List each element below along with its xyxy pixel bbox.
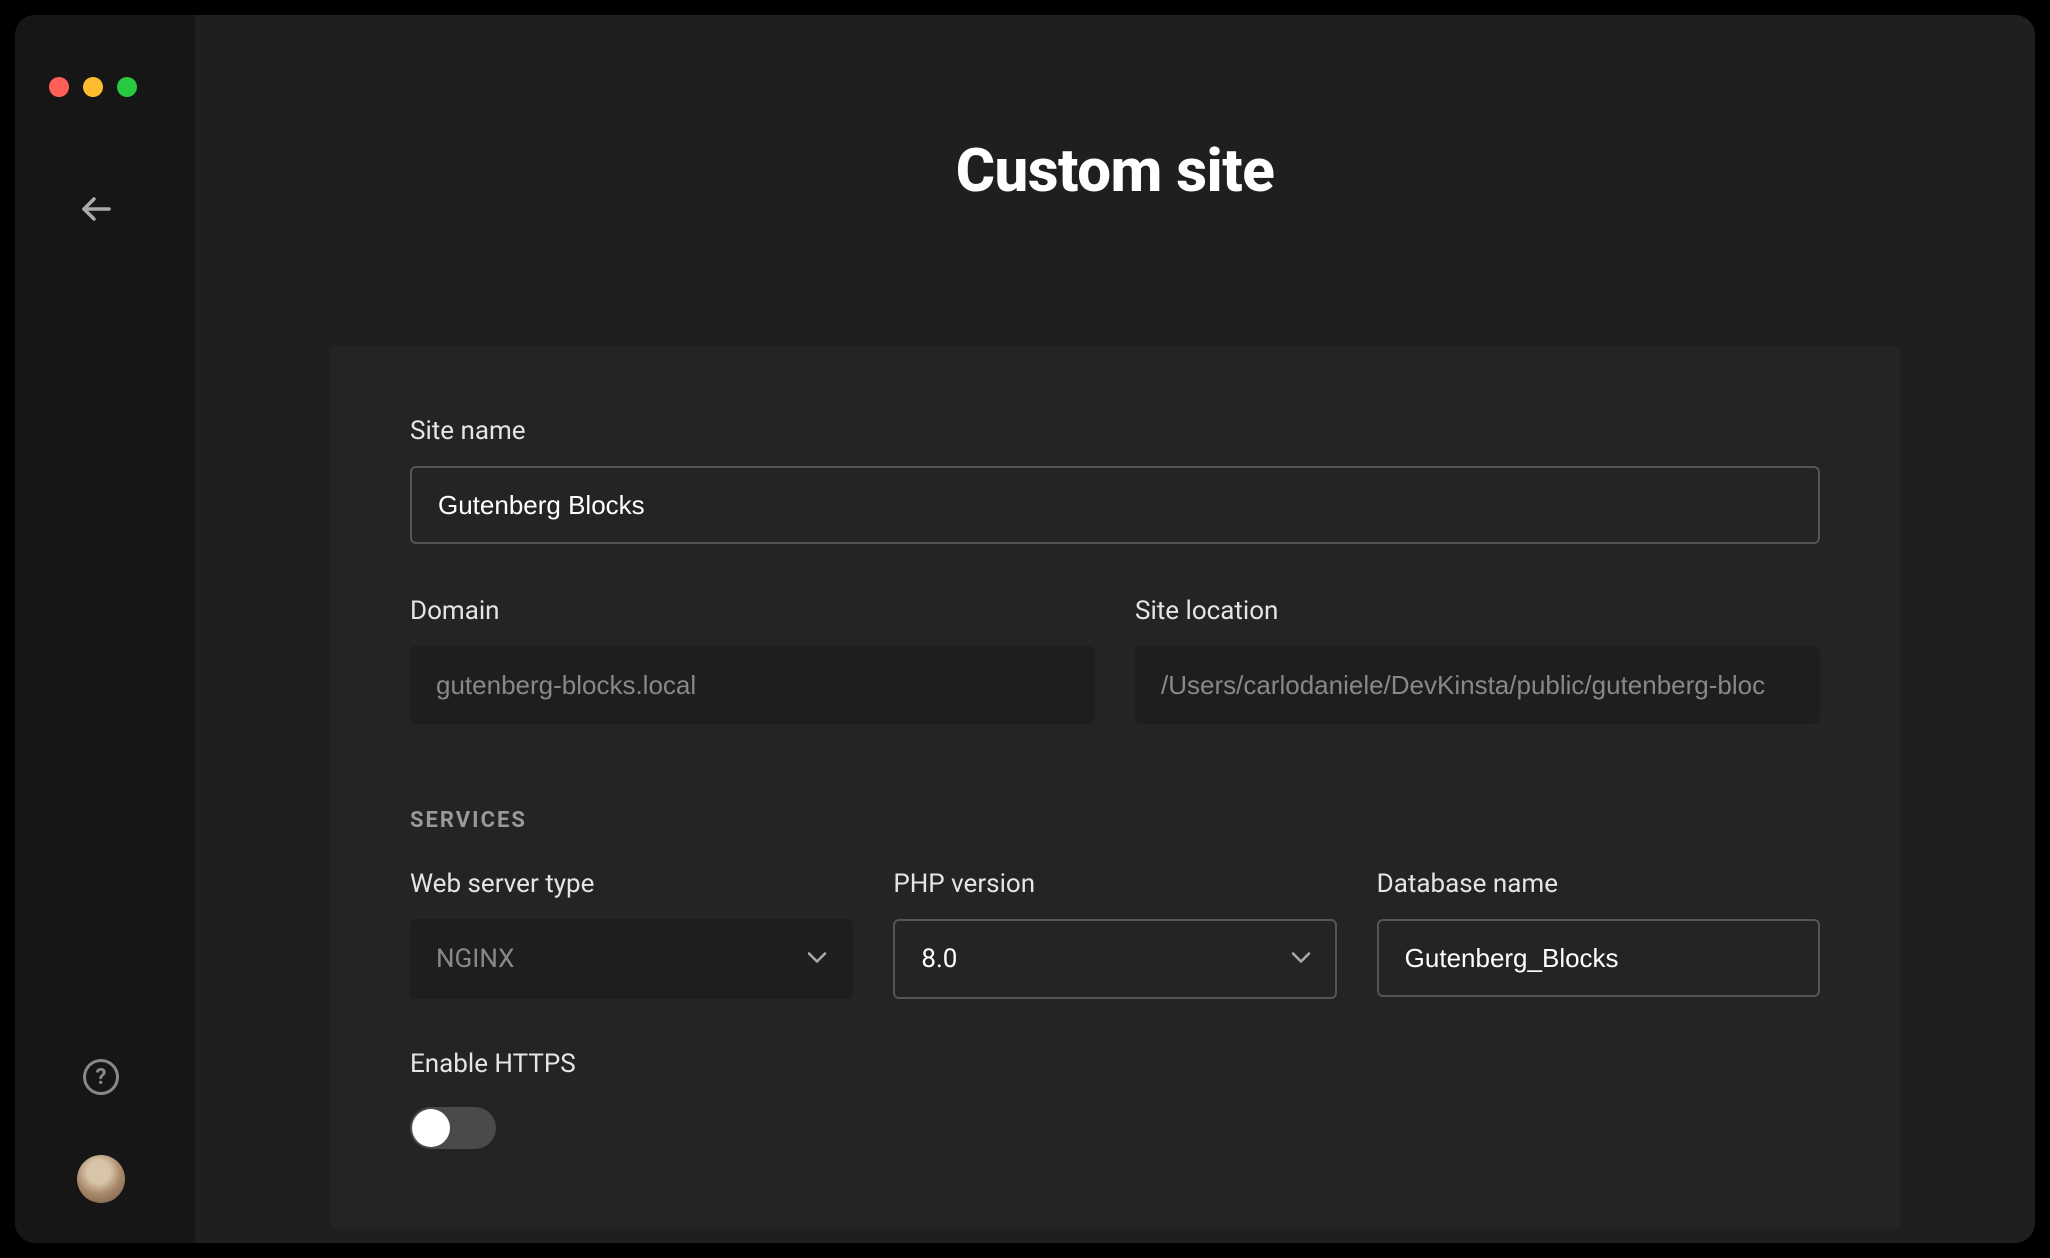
php-version-select-wrap: 8.0 bbox=[893, 919, 1336, 999]
form-panel: Site name Domain Site location SERVICES bbox=[330, 346, 1900, 1229]
site-name-label: Site name bbox=[410, 416, 1820, 446]
database-name-group: Database name bbox=[1377, 869, 1820, 999]
site-location-label: Site location bbox=[1135, 596, 1820, 626]
domain-label: Domain bbox=[410, 596, 1095, 626]
sidebar-bottom: ? bbox=[77, 1059, 125, 1203]
site-location-input bbox=[1135, 646, 1820, 724]
maximize-window-button[interactable] bbox=[117, 77, 137, 97]
php-version-group: PHP version 8.0 bbox=[893, 869, 1336, 999]
sidebar: ? bbox=[15, 15, 195, 1243]
domain-location-row: Domain Site location bbox=[410, 596, 1820, 776]
question-icon: ? bbox=[96, 1065, 107, 1090]
php-version-value: 8.0 bbox=[921, 944, 957, 974]
https-group: Enable HTTPS bbox=[410, 1049, 1820, 1149]
php-version-label: PHP version bbox=[893, 869, 1336, 899]
domain-input bbox=[410, 646, 1095, 724]
help-button[interactable]: ? bbox=[83, 1059, 119, 1095]
toggle-knob bbox=[412, 1109, 450, 1147]
web-server-label: Web server type bbox=[410, 869, 853, 899]
arrow-left-icon bbox=[81, 195, 111, 223]
close-window-button[interactable] bbox=[49, 77, 69, 97]
main-content: Custom site Site name Domain Site locati… bbox=[195, 15, 2035, 1243]
php-version-select[interactable]: 8.0 bbox=[893, 919, 1336, 999]
web-server-select: NGINX bbox=[410, 919, 853, 999]
web-server-value: NGINX bbox=[436, 944, 514, 974]
user-avatar[interactable] bbox=[77, 1155, 125, 1203]
https-toggle[interactable] bbox=[410, 1107, 496, 1149]
window-controls bbox=[49, 77, 195, 97]
app-window: ? Custom site Site name Domain Site loca… bbox=[15, 15, 2035, 1243]
back-button[interactable] bbox=[81, 187, 125, 231]
database-name-input[interactable] bbox=[1377, 919, 1820, 997]
database-name-label: Database name bbox=[1377, 869, 1820, 899]
services-heading: SERVICES bbox=[410, 808, 1820, 833]
page-title: Custom site bbox=[956, 135, 1275, 206]
site-name-group: Site name bbox=[410, 416, 1820, 544]
site-location-group: Site location bbox=[1135, 596, 1820, 724]
domain-group: Domain bbox=[410, 596, 1095, 724]
web-server-select-wrap: NGINX bbox=[410, 919, 853, 999]
web-server-group: Web server type NGINX bbox=[410, 869, 853, 999]
site-name-input[interactable] bbox=[410, 466, 1820, 544]
services-row: Web server type NGINX PHP version bbox=[410, 869, 1820, 999]
https-label: Enable HTTPS bbox=[410, 1049, 1820, 1079]
minimize-window-button[interactable] bbox=[83, 77, 103, 97]
